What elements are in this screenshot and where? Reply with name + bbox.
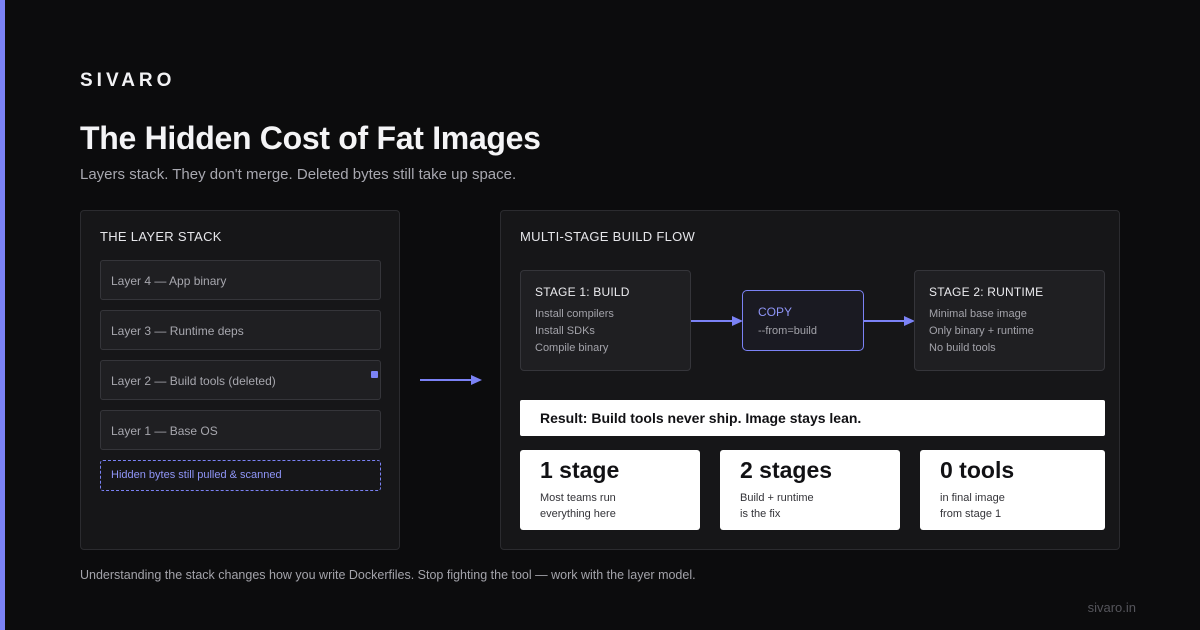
result-banner: Result: Build tools never ship. Image st… [520,400,1105,436]
layer-3-label: Layer 3 — Runtime deps [111,324,244,338]
stage-build-line: Compile binary [535,342,609,354]
copy-step-box: COPY --from=build [742,290,864,351]
stage-build-line: Install SDKs [535,325,595,337]
layer-4: Layer 4 — App binary [100,260,381,300]
stat-card: 0 tools in final image from stage 1 [920,450,1105,530]
stage-runtime-title: STAGE 2: RUNTIME [929,285,1044,299]
stat-value: 0 tools [940,457,1015,483]
site-url: sivaro.in [1087,600,1136,615]
accent-bar [0,0,5,630]
stat-caption: Build + runtime [740,492,814,504]
stage-build-title: STAGE 1: BUILD [535,285,630,299]
stat-caption: from stage 1 [940,508,1002,520]
layer-4-label: Layer 4 — App binary [111,274,227,288]
stage-runtime-line: Only binary + runtime [929,325,1034,337]
connector-arrow-icon [420,375,482,385]
page-title: The Hidden Cost of Fat Images [80,120,541,156]
stat-caption: Most teams run [540,492,616,504]
layer-1: Layer 1 — Base OS [100,410,381,450]
page-subtitle: Layers stack. They don't merge. Deleted … [80,166,517,183]
stage-build-box: STAGE 1: BUILD Install compilers Install… [520,270,691,371]
deleted-marker-icon [371,371,378,378]
build-flow-title: MULTI-STAGE BUILD FLOW [520,229,696,244]
layer-2: Layer 2 — Build tools (deleted) [100,360,381,400]
build-flow-panel: MULTI-STAGE BUILD FLOW STAGE 1: BUILD In… [500,210,1120,550]
layer-1-label: Layer 1 — Base OS [111,424,218,438]
arrow-right-icon [863,316,915,326]
arrow-right-icon [691,316,743,326]
stat-caption: everything here [540,508,616,520]
stat-caption: is the fix [740,508,781,520]
copy-label: COPY [758,305,793,319]
stat-value: 2 stages [740,457,833,483]
layer-stack-title: THE LAYER STACK [100,229,222,244]
stat-value: 1 stage [540,457,620,483]
stat-card: 2 stages Build + runtime is the fix [720,450,900,530]
copy-flag: --from=build [758,325,817,337]
stage-runtime-line: Minimal base image [929,308,1027,320]
footer-note: Understanding the stack changes how you … [80,568,696,582]
stat-card: 1 stage Most teams run everything here [520,450,700,530]
stage-runtime-line: No build tools [929,342,996,354]
layer-3: Layer 3 — Runtime deps [100,310,381,350]
hidden-bytes-note: Hidden bytes still pulled & scanned [100,460,381,491]
stat-caption: in final image [940,492,1005,504]
brand-logo: SIVARO [80,70,176,91]
layer-2-label: Layer 2 — Build tools (deleted) [111,374,276,388]
stage-runtime-box: STAGE 2: RUNTIME Minimal base image Only… [914,270,1105,371]
layer-stack-panel: THE LAYER STACK Layer 4 — App binary Lay… [80,210,400,550]
stage-build-line: Install compilers [535,308,614,320]
